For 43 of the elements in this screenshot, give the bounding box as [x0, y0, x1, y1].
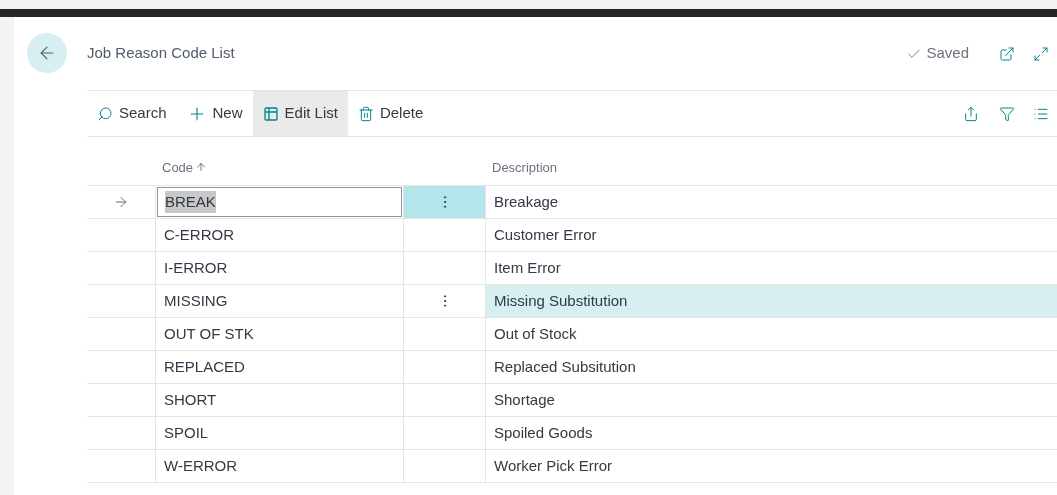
- table-edit-icon: [262, 105, 279, 122]
- description-cell-text: Shortage: [494, 389, 555, 410]
- table-row[interactable]: SPOIL Spoiled Goods: [87, 417, 1057, 450]
- column-header[interactable]: Description: [486, 157, 564, 177]
- description-cell-text: Spoiled Goods: [494, 422, 593, 443]
- page-title: Job Reason Code List: [87, 43, 236, 64]
- filter-icon[interactable]: [999, 105, 1015, 122]
- expand-icon[interactable]: [1033, 45, 1049, 62]
- row-actions-cell[interactable]: [404, 186, 486, 218]
- description-cell-text: Breakage: [494, 191, 559, 212]
- description-cell-text: Worker Pick Error: [494, 455, 613, 476]
- table-row[interactable]: OUT OF STK Out of Stock: [87, 318, 1057, 351]
- code-cell-text: I-ERROR: [164, 257, 228, 278]
- code-cell-text: W-ERROR: [164, 455, 238, 476]
- description-cell-text: Out of Stock: [494, 323, 577, 344]
- saved-status: Saved: [906, 42, 969, 65]
- code-cell-text: OUT OF STK: [164, 323, 254, 344]
- description-cell-text: Customer Error: [494, 224, 597, 245]
- open-new-window-icon[interactable]: [999, 45, 1015, 62]
- toolbar-button[interactable]: Search: [87, 91, 177, 136]
- toolbar-button[interactable]: New: [176, 91, 253, 136]
- current-row-arrow-icon: [113, 194, 129, 210]
- code-cell-text: SPOIL: [164, 422, 209, 443]
- table-row[interactable]: BREAK Breakage: [87, 186, 1057, 219]
- toolbar-button[interactable]: Edit List: [252, 91, 348, 136]
- back-button[interactable]: [27, 33, 67, 73]
- search-icon: [97, 105, 113, 122]
- code-cell-text: MISSING: [164, 290, 228, 311]
- description-cell-text: Missing Substitution: [494, 290, 628, 311]
- column-header[interactable]: Code: [156, 157, 486, 177]
- toolbar-button[interactable]: Delete: [347, 91, 434, 136]
- code-cell-text: REPLACED: [164, 356, 245, 377]
- description-cell-text: Replaced Subsitution: [494, 356, 636, 377]
- code-input-field[interactable]: BREAK: [157, 187, 402, 217]
- code-cell-text: SHORT: [164, 389, 217, 410]
- description-cell-text: Item Error: [494, 257, 561, 278]
- table-row[interactable]: SHORT Shortage: [87, 384, 1057, 417]
- trash-icon: [357, 105, 374, 122]
- table-row[interactable]: W-ERROR Worker Pick Error: [87, 450, 1057, 483]
- table-row[interactable]: REPLACED Replaced Subsitution: [87, 351, 1057, 384]
- table-row[interactable]: C-ERROR Customer Error: [87, 219, 1057, 252]
- share-icon[interactable]: [963, 105, 979, 122]
- code-cell-text: C-ERROR: [164, 224, 234, 245]
